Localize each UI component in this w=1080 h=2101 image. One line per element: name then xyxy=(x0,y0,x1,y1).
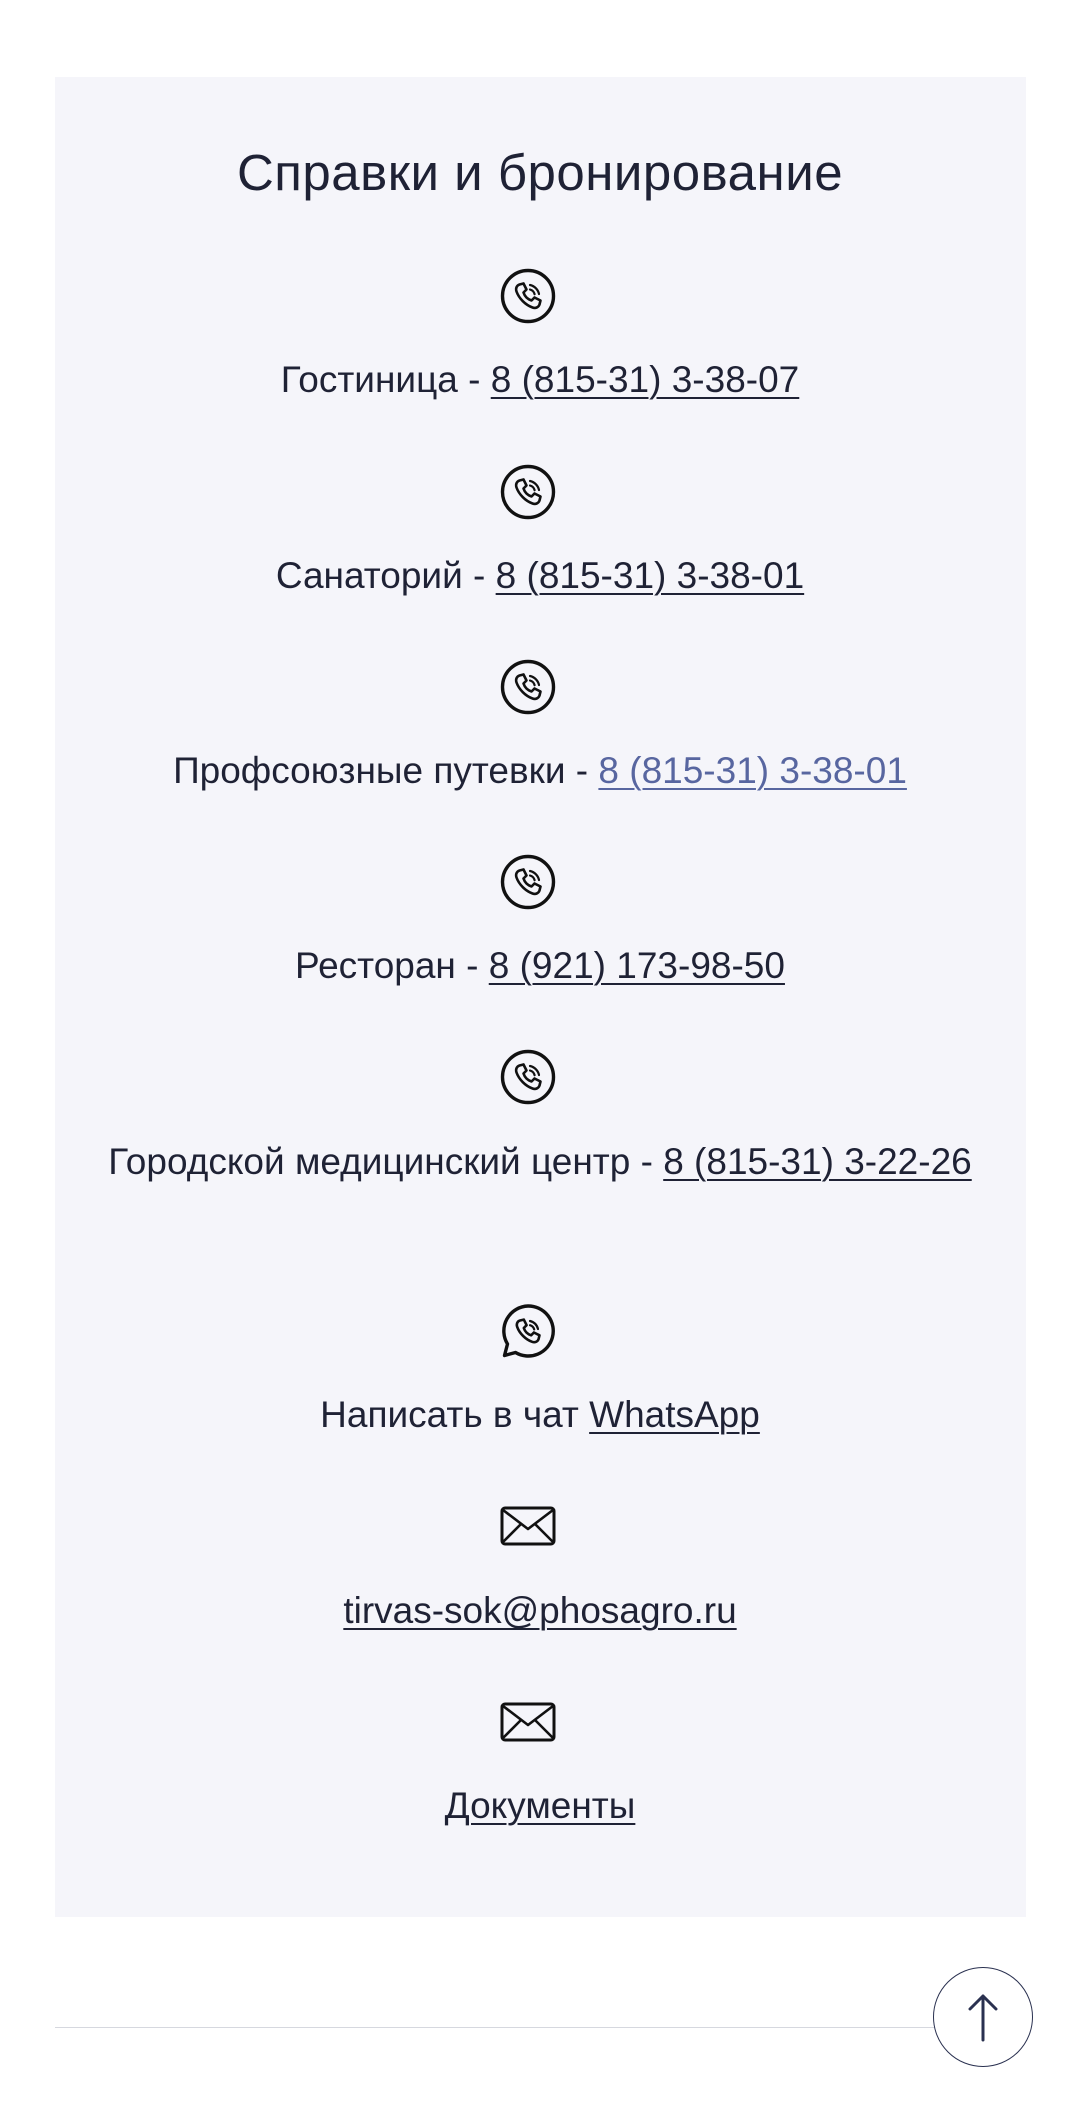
contact-label: Санаторий - xyxy=(275,555,496,596)
contact-email: tirvas-sok@phosagro.ru xyxy=(80,1582,1000,1640)
documents-link[interactable]: Документы xyxy=(445,1785,636,1826)
phone-link-sanatorium[interactable]: 8 (815-31) 3-38-01 xyxy=(496,555,805,596)
contact-label: Городской медицинский центр - xyxy=(108,1141,664,1182)
phone-icon xyxy=(500,268,556,324)
phone-link-restaurant[interactable]: 8 (921) 173-98-50 xyxy=(489,945,785,986)
arrow-up-icon xyxy=(968,1994,998,2042)
contact-hotel: Гостиница - 8 (815-31) 3-38-07 xyxy=(80,351,1000,409)
phone-icon xyxy=(500,1049,556,1105)
whatsapp-link[interactable]: WhatsApp xyxy=(589,1394,760,1435)
contact-trade-union-vouchers: Профсоюзные путевки - 8 (815-31) 3-38-01 xyxy=(80,742,1000,800)
contact-restaurant: Ресторан - 8 (921) 173-98-50 xyxy=(80,937,1000,995)
scroll-to-top-button[interactable] xyxy=(933,1967,1033,2067)
contact-sanatorium: Санаторий - 8 (815-31) 3-38-01 xyxy=(80,547,1000,605)
contact-label: Гостиница - xyxy=(280,359,491,400)
email-link[interactable]: tirvas-sok@phosagro.ru xyxy=(343,1590,736,1631)
phone-icon xyxy=(500,659,556,715)
contact-medical-center: Городской медицинский центр - 8 (815-31)… xyxy=(80,1133,1000,1191)
contact-label: Профсоюзные путевки - xyxy=(173,750,599,791)
phone-link-hotel[interactable]: 8 (815-31) 3-38-07 xyxy=(491,359,800,400)
whatsapp-icon xyxy=(500,1303,556,1359)
section-title: Справки и бронирование xyxy=(236,144,844,201)
envelope-icon xyxy=(500,1498,556,1554)
phone-link-medical-center[interactable]: 8 (815-31) 3-22-26 xyxy=(663,1141,972,1182)
phone-icon xyxy=(500,464,556,520)
contact-documents: Документы xyxy=(80,1777,1000,1835)
phone-link-trade-union[interactable]: 8 (815-31) 3-38-01 xyxy=(598,750,907,791)
envelope-icon xyxy=(500,1694,556,1750)
contact-whatsapp: Написать в чат WhatsApp xyxy=(80,1386,1000,1444)
phone-icon xyxy=(500,854,556,910)
contact-label: Написать в чат xyxy=(320,1394,590,1435)
contact-label: Ресторан - xyxy=(295,945,489,986)
footer-divider xyxy=(55,2027,980,2028)
